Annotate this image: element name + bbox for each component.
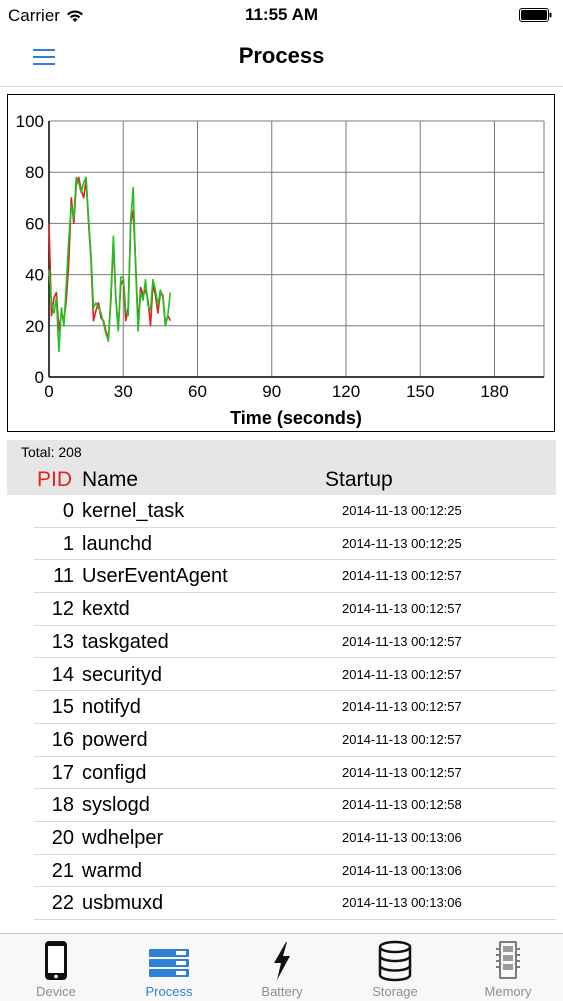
table-row[interactable]: 16 powerd 2014-11-13 00:12:57 <box>0 724 563 757</box>
y-tick-label: 80 <box>25 163 44 182</box>
process-name: notifyd <box>82 696 141 719</box>
y-tick-label: 20 <box>25 317 44 336</box>
process-startup-time: 2014-11-13 00:12:25 <box>342 535 462 551</box>
table-row[interactable]: 0 kernel_task 2014-11-13 00:12:25 <box>0 495 563 528</box>
chart-canvas: 0 20 40 60 80 100 0 30 60 90 120 150 180 Time (secon… <box>16 112 545 428</box>
tab-memory[interactable]: Memory <box>452 934 563 1001</box>
x-tick-label: 180 <box>480 382 508 401</box>
process-startup-time: 2014-11-13 00:12:57 <box>342 633 462 649</box>
x-tick-label: 30 <box>114 382 133 401</box>
process-name: kernel_task <box>82 500 185 522</box>
cpu-usage-chart: 0 20 40 60 80 100 0 30 60 90 120 150 180 Time (secon… <box>7 94 555 432</box>
y-tick-label: 100 <box>16 112 44 131</box>
tab-battery[interactable]: Battery <box>226 934 338 1001</box>
name-column-header[interactable]: Name <box>82 468 138 492</box>
process-name: powerd <box>82 728 148 751</box>
process-startup-time: 2014-11-13 00:12:57 <box>342 764 462 780</box>
y-tick-label: 0 <box>35 368 44 387</box>
x-tick-label: 90 <box>262 382 281 401</box>
table-row[interactable]: 17 configd 2014-11-13 00:12:57 <box>0 757 563 790</box>
process-startup-time: 2014-11-13 00:12:58 <box>342 797 462 813</box>
memory-chip-icon <box>496 941 520 979</box>
process-startup-time: 2014-11-13 00:12:57 <box>342 568 462 584</box>
table-row[interactable]: 11 UserEventAgent 2014-11-13 00:12:57 <box>0 560 563 593</box>
tab-storage[interactable]: Storage <box>339 934 451 1001</box>
process-pid: 1 <box>62 532 74 555</box>
process-name: kextd <box>82 598 130 621</box>
list-icon <box>149 949 189 977</box>
database-icon <box>378 940 412 982</box>
process-pid: 21 <box>51 859 74 882</box>
process-name: taskgated <box>82 630 169 653</box>
process-pid: 16 <box>51 728 74 751</box>
process-startup-time: 2014-11-13 00:12:57 <box>342 699 462 715</box>
process-startup-time: 2014-11-13 00:12:57 <box>342 731 462 747</box>
process-startup-time: 2014-11-13 00:13:06 <box>342 895 462 911</box>
table-row[interactable]: 1 launchd 2014-11-13 00:12:25 <box>0 528 563 561</box>
process-pid: 12 <box>51 598 74 621</box>
tab-storage-label: Storage <box>372 984 418 999</box>
navigation-bar: Process <box>0 30 563 87</box>
table-row[interactable]: 18 syslogd 2014-11-13 00:12:58 <box>0 789 563 822</box>
tab-process-label: Process <box>145 984 193 999</box>
tab-memory-label: Memory <box>484 984 532 999</box>
clock: 11:55 AM <box>244 5 319 24</box>
tab-device[interactable]: Device <box>0 934 112 1001</box>
process-pid: 0 <box>62 500 74 522</box>
process-pid: 22 <box>51 892 74 915</box>
tab-process[interactable]: Process <box>113 934 225 1001</box>
process-startup-time: 2014-11-13 00:13:06 <box>342 862 462 878</box>
process-pid: 17 <box>51 761 74 784</box>
series-line-1 <box>48 176 172 353</box>
process-pid: 11 <box>53 565 74 588</box>
process-pid: 20 <box>51 827 74 849</box>
process-list[interactable]: 0 kernel_task 2014-11-13 00:12:25 1 launchd 2… <box>0 495 563 929</box>
process-startup-time: 2014-11-13 00:12:57 <box>342 666 462 682</box>
tab-device-label: Device <box>36 984 76 999</box>
battery-status-icon <box>519 8 552 22</box>
process-name: syslogd <box>82 794 150 817</box>
table-row[interactable]: 22 usbmuxd 2014-11-13 00:13:06 <box>0 887 563 920</box>
process-pid: 15 <box>51 696 74 719</box>
process-pid: 13 <box>51 630 74 653</box>
table-row[interactable]: 12 kextd 2014-11-13 00:12:57 <box>0 593 563 626</box>
table-row[interactable]: 14 securityd 2014-11-13 00:12:57 <box>0 659 563 692</box>
x-tick-label: 150 <box>406 382 434 401</box>
process-startup-time: 2014-11-13 00:12:57 <box>342 601 462 617</box>
total-count: Total: 208 <box>21 444 82 460</box>
x-tick-label: 0 <box>44 382 53 401</box>
process-name: usbmuxd <box>82 892 164 915</box>
process-name: launchd <box>82 532 153 555</box>
process-startup-time: 2014-11-13 00:13:06 <box>342 830 462 845</box>
bolt-icon <box>274 942 290 980</box>
page-title: Process <box>238 43 325 68</box>
table-row[interactable]: 21 warmd 2014-11-13 00:13:06 <box>0 855 563 888</box>
process-pid: 18 <box>51 794 74 817</box>
table-row[interactable]: 15 notifyd 2014-11-13 00:12:57 <box>0 691 563 724</box>
pid-column-header[interactable]: PID <box>37 468 72 492</box>
table-row[interactable]: 13 taskgated 2014-11-13 00:12:57 <box>0 626 563 659</box>
process-name: wdhelper <box>82 827 164 849</box>
tab-battery-label: Battery <box>261 984 303 999</box>
process-table-header: Total: 208 PID Name Startup <box>7 440 556 495</box>
x-tick-label: 60 <box>188 382 207 401</box>
process-pid: 14 <box>51 663 74 686</box>
phone-icon <box>45 941 67 980</box>
x-tick-label: 120 <box>332 382 360 401</box>
startup-column-header[interactable]: Startup <box>325 468 393 492</box>
y-tick-label: 40 <box>25 266 44 285</box>
x-axis-label: Time (seconds) <box>230 408 362 428</box>
process-name: securityd <box>82 663 163 686</box>
table-row[interactable]: 20 wdhelper 2014-11-13 00:13:06 <box>0 822 563 855</box>
tab-bar: Device Process Battery Storage Memory <box>0 933 563 1001</box>
process-name: UserEventAgent <box>82 565 228 588</box>
process-name: warmd <box>82 859 143 882</box>
process-startup-time: 2014-11-13 00:12:25 <box>342 503 462 518</box>
y-tick-label: 60 <box>25 214 44 233</box>
status-bar: Carrier 11:55 AM <box>0 0 563 30</box>
process-name: configd <box>82 761 147 784</box>
